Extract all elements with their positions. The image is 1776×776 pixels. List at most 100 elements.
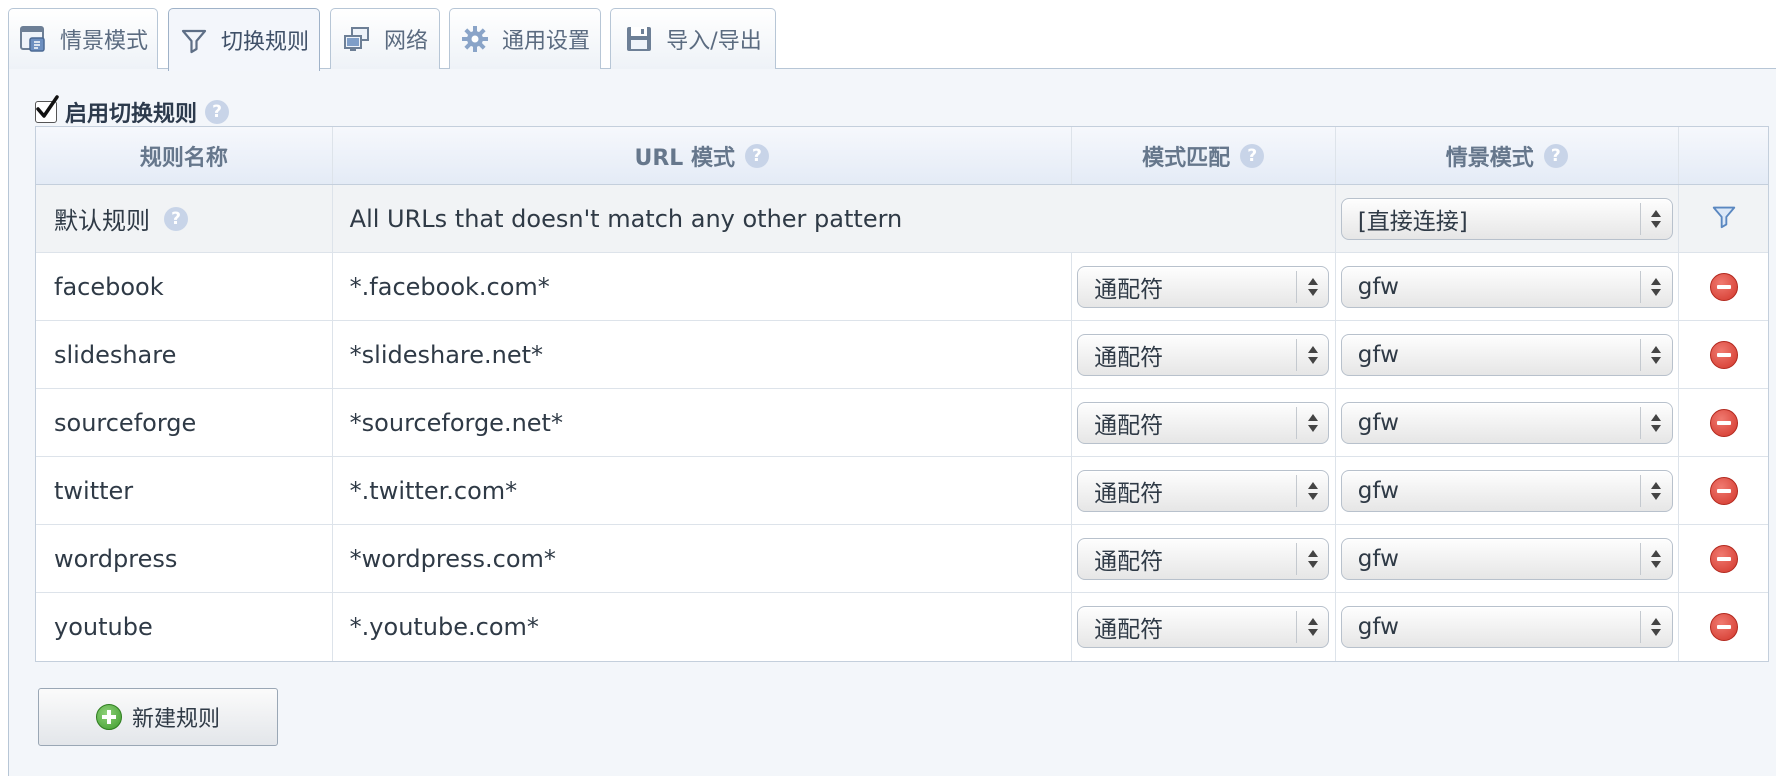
select-arrows-icon: [1296, 542, 1328, 575]
header-url-pattern: URL 模式?: [333, 127, 1072, 184]
rule-profile-cell: gfw: [1336, 389, 1680, 456]
delete-rule-button[interactable]: [1709, 408, 1738, 437]
tab-profiles[interactable]: 情景模式: [8, 8, 158, 69]
rule-url[interactable]: *.youtube.com*: [350, 613, 539, 641]
rule-match-cell: 通配符: [1072, 389, 1336, 456]
rule-match-cell: 通配符: [1072, 457, 1336, 524]
header-actions: [1679, 127, 1768, 184]
rule-url[interactable]: *sourceforge.net*: [350, 409, 563, 437]
rule-row-twitter: twitter *.twitter.com* 通配符 gfw: [36, 457, 1768, 525]
rule-url[interactable]: *.facebook.com*: [350, 273, 550, 301]
tab-label: 网络: [383, 29, 428, 54]
rule-url: All URLs that doesn't match any other pa…: [349, 204, 903, 233]
select-arrows-icon: [1296, 338, 1328, 371]
filter-icon[interactable]: [1710, 202, 1738, 236]
rule-url-cell: All URLs that doesn't match any other pa…: [333, 185, 1336, 252]
tab-switch-rules[interactable]: 切换规则: [168, 8, 320, 71]
save-icon: [624, 24, 654, 54]
rule-action-cell: [1679, 593, 1768, 661]
help-icon[interactable]: ?: [164, 206, 188, 231]
match-type-select[interactable]: 通配符: [1077, 537, 1330, 580]
delete-rule-button[interactable]: [1709, 340, 1738, 369]
header-profile: 情景模式?: [1336, 127, 1680, 184]
rule-row-sourceforge: sourceforge *sourceforge.net* 通配符 gfw: [36, 389, 1768, 457]
rule-action-cell: [1679, 253, 1768, 320]
match-type-select[interactable]: 通配符: [1077, 469, 1330, 512]
rule-action-cell: [1679, 185, 1768, 252]
rule-name-cell: slideshare: [36, 321, 333, 388]
default-rule-row: 默认规则? All URLs that doesn't match any ot…: [36, 185, 1768, 253]
tab-network[interactable]: 网络: [330, 8, 440, 69]
rule-name-cell: 默认规则?: [36, 185, 333, 252]
select-arrows-icon: [1296, 270, 1328, 303]
profile-select[interactable]: gfw: [1340, 333, 1673, 376]
delete-rule-button[interactable]: [1709, 544, 1738, 573]
table-header: 规则名称 URL 模式? 模式匹配? 情景模式?: [36, 127, 1768, 185]
match-type-select[interactable]: 通配符: [1077, 401, 1330, 444]
select-arrows-icon: [1639, 406, 1672, 439]
profile-select[interactable]: gfw: [1340, 401, 1673, 444]
select-arrows-icon: [1296, 611, 1328, 643]
network-icon: [342, 24, 372, 54]
header-rule-name: 规则名称: [36, 127, 333, 184]
rule-row-wordpress: wordpress *wordpress.com* 通配符 gfw: [36, 525, 1768, 593]
rule-profile-cell: gfw: [1336, 525, 1680, 592]
rule-name[interactable]: slideshare: [54, 341, 176, 369]
select-arrows-icon: [1639, 474, 1672, 507]
rule-name[interactable]: youtube: [54, 613, 153, 641]
rule-name[interactable]: facebook: [54, 273, 164, 301]
rule-name-cell: facebook: [36, 253, 333, 320]
minus-icon: [1716, 352, 1731, 357]
match-type-select[interactable]: 通配符: [1077, 606, 1330, 648]
tab-label: 情景模式: [59, 29, 148, 54]
delete-rule-button[interactable]: [1709, 272, 1738, 301]
rule-name[interactable]: twitter: [54, 477, 133, 505]
rule-name[interactable]: wordpress: [54, 545, 177, 573]
select-arrows-icon: [1639, 270, 1672, 303]
rule-url[interactable]: *.twitter.com*: [350, 477, 517, 505]
profiles-icon: [18, 24, 48, 54]
tab-label: 导入/导出: [666, 29, 762, 54]
rule-url[interactable]: *slideshare.net*: [350, 341, 543, 369]
select-arrows-icon: [1639, 338, 1672, 371]
match-type-select[interactable]: 通配符: [1077, 333, 1330, 376]
profile-select[interactable]: gfw: [1340, 606, 1673, 648]
tab-general-settings[interactable]: 通用设置: [449, 8, 601, 69]
rule-action-cell: [1679, 321, 1768, 388]
select-arrows-icon: [1639, 611, 1672, 643]
tab-import-export[interactable]: 导入/导出: [610, 8, 776, 69]
rule-name-cell: sourceforge: [36, 389, 333, 456]
help-icon[interactable]: ?: [1543, 143, 1568, 168]
select-arrows-icon: [1639, 542, 1672, 575]
rule-name[interactable]: sourceforge: [54, 409, 196, 437]
filter-icon: [179, 25, 209, 55]
rule-url-cell: *.facebook.com*: [333, 253, 1072, 320]
help-icon[interactable]: ?: [744, 143, 769, 168]
profile-select[interactable]: gfw: [1340, 537, 1673, 580]
help-icon[interactable]: ?: [205, 100, 230, 124]
help-icon[interactable]: ?: [1240, 143, 1265, 168]
minus-icon: [1716, 556, 1731, 561]
minus-icon: [1716, 284, 1731, 289]
rule-row-youtube: youtube *.youtube.com* 通配符 gfw: [36, 593, 1768, 661]
rule-profile-cell: gfw: [1336, 253, 1680, 320]
default-profile-select[interactable]: [直接连接]: [1340, 197, 1673, 240]
header-pattern-match: 模式匹配?: [1072, 127, 1336, 184]
tab-bar: 情景模式 切换规则 网络 通用设置 导入/导出: [0, 0, 1776, 71]
gear-icon: [460, 24, 490, 54]
rule-row-slideshare: slideshare *slideshare.net* 通配符 gfw: [36, 321, 1768, 389]
rule-name-cell: twitter: [36, 457, 333, 524]
delete-rule-button[interactable]: [1709, 613, 1738, 641]
profile-select[interactable]: gfw: [1340, 265, 1673, 308]
rule-url[interactable]: *wordpress.com*: [350, 545, 556, 573]
rule-profile-cell: gfw: [1336, 593, 1680, 661]
match-type-select[interactable]: 通配符: [1077, 265, 1330, 308]
profile-select[interactable]: gfw: [1340, 469, 1673, 512]
add-icon: [95, 704, 122, 730]
select-arrows-icon: [1296, 406, 1328, 439]
tab-label: 切换规则: [220, 30, 309, 55]
rule-match-cell: 通配符: [1072, 321, 1336, 388]
new-rule-button[interactable]: 新建规则: [38, 688, 278, 746]
delete-rule-button[interactable]: [1709, 476, 1738, 505]
enable-switch-rules-checkbox[interactable]: [35, 95, 59, 123]
